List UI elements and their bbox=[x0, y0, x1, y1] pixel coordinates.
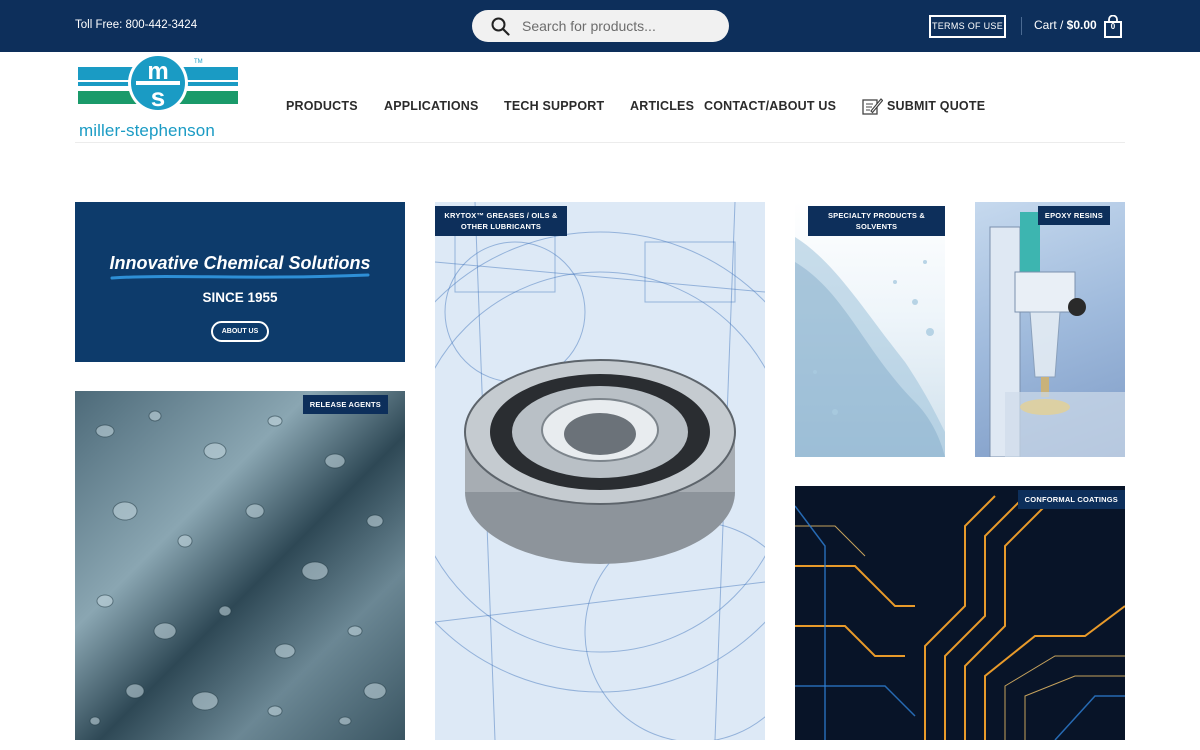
specialty-badge-line1: SPECIALTY PRODUCTS & bbox=[827, 211, 926, 220]
hero-banner: Innovative Chemical Solutions SINCE 1955… bbox=[75, 202, 405, 362]
toll-free-number[interactable]: Toll Free: 800-442-3424 bbox=[75, 19, 197, 31]
krytox-badge: KRYTOX™ GREASES / OILS & OTHER LUBRICANT… bbox=[435, 206, 567, 236]
hero-since: SINCE 1955 bbox=[202, 290, 278, 305]
krytox-badge-line2: OTHER LUBRICANTS bbox=[460, 222, 542, 231]
specialty-badge-line2: SOLVENTS bbox=[855, 222, 898, 231]
nav-products[interactable]: PRODUCTS bbox=[286, 99, 358, 113]
circuit-board-image bbox=[795, 495, 1125, 740]
header-divider bbox=[75, 142, 1125, 143]
conformal-coatings-tile[interactable]: CONFORMAL COATINGS bbox=[795, 486, 1125, 740]
hero-title: Innovative Chemical Solutions bbox=[109, 253, 371, 273]
release-agents-badge: RELEASE AGENTS bbox=[302, 395, 388, 414]
logo-mark-m: m bbox=[147, 58, 168, 85]
nav-applications[interactable]: APPLICATIONS bbox=[384, 99, 479, 113]
epoxy-resins-tile[interactable]: EPOXY RESINS bbox=[975, 202, 1125, 457]
logo-mark-s: s bbox=[151, 82, 165, 112]
trademark: TM bbox=[194, 59, 203, 65]
search-icon[interactable] bbox=[491, 17, 510, 36]
top-bar: Toll Free: 800-442-3424 TERMS OF USE Car… bbox=[0, 0, 1200, 52]
epoxy-badge: EPOXY RESINS bbox=[1037, 206, 1110, 225]
brush-underline-icon bbox=[110, 273, 370, 280]
cart-label: Cart / bbox=[1034, 18, 1067, 32]
krytox-tile[interactable]: KRYTOX™ GREASES / OILS & OTHER LUBRICANT… bbox=[435, 202, 765, 740]
conformal-badge: CONFORMAL COATINGS bbox=[1017, 490, 1125, 509]
dispenser-image bbox=[989, 212, 1125, 457]
search-bar[interactable] bbox=[472, 10, 729, 42]
release-agents-tile[interactable]: RELEASE AGENTS bbox=[75, 391, 405, 740]
nav-tech-support[interactable]: TECH SUPPORT bbox=[504, 99, 604, 113]
topbar-divider bbox=[1021, 17, 1022, 35]
nav-submit-quote[interactable]: SUBMIT QUOTE bbox=[887, 99, 985, 113]
cart-count: 0 bbox=[1110, 22, 1116, 31]
specialty-products-tile[interactable]: SPECIALTY PRODUCTS & SOLVENTS bbox=[795, 202, 945, 457]
water-splash-image bbox=[795, 237, 945, 457]
bearing-blueprint-image bbox=[435, 202, 765, 740]
cart-amount: $0.00 bbox=[1066, 18, 1097, 32]
water-droplets-image bbox=[89, 410, 387, 726]
cart-link[interactable]: Cart / $0.00 bbox=[1034, 18, 1097, 32]
krytox-badge-line1: KRYTOX™ GREASES / OILS & bbox=[444, 211, 558, 220]
nav-contact-about[interactable]: CONTACT/ABOUT US bbox=[704, 99, 836, 113]
nav-articles[interactable]: ARTICLES bbox=[630, 99, 694, 113]
search-input[interactable] bbox=[522, 10, 717, 42]
logo-name[interactable]: miller-stephenson bbox=[79, 121, 215, 141]
quote-icon[interactable] bbox=[862, 97, 883, 116]
about-us-button[interactable]: ABOUT US bbox=[211, 321, 269, 342]
specialty-badge: SPECIALTY PRODUCTS & SOLVENTS bbox=[808, 206, 945, 236]
terms-of-use-button[interactable]: TERMS OF USE bbox=[929, 15, 1006, 38]
